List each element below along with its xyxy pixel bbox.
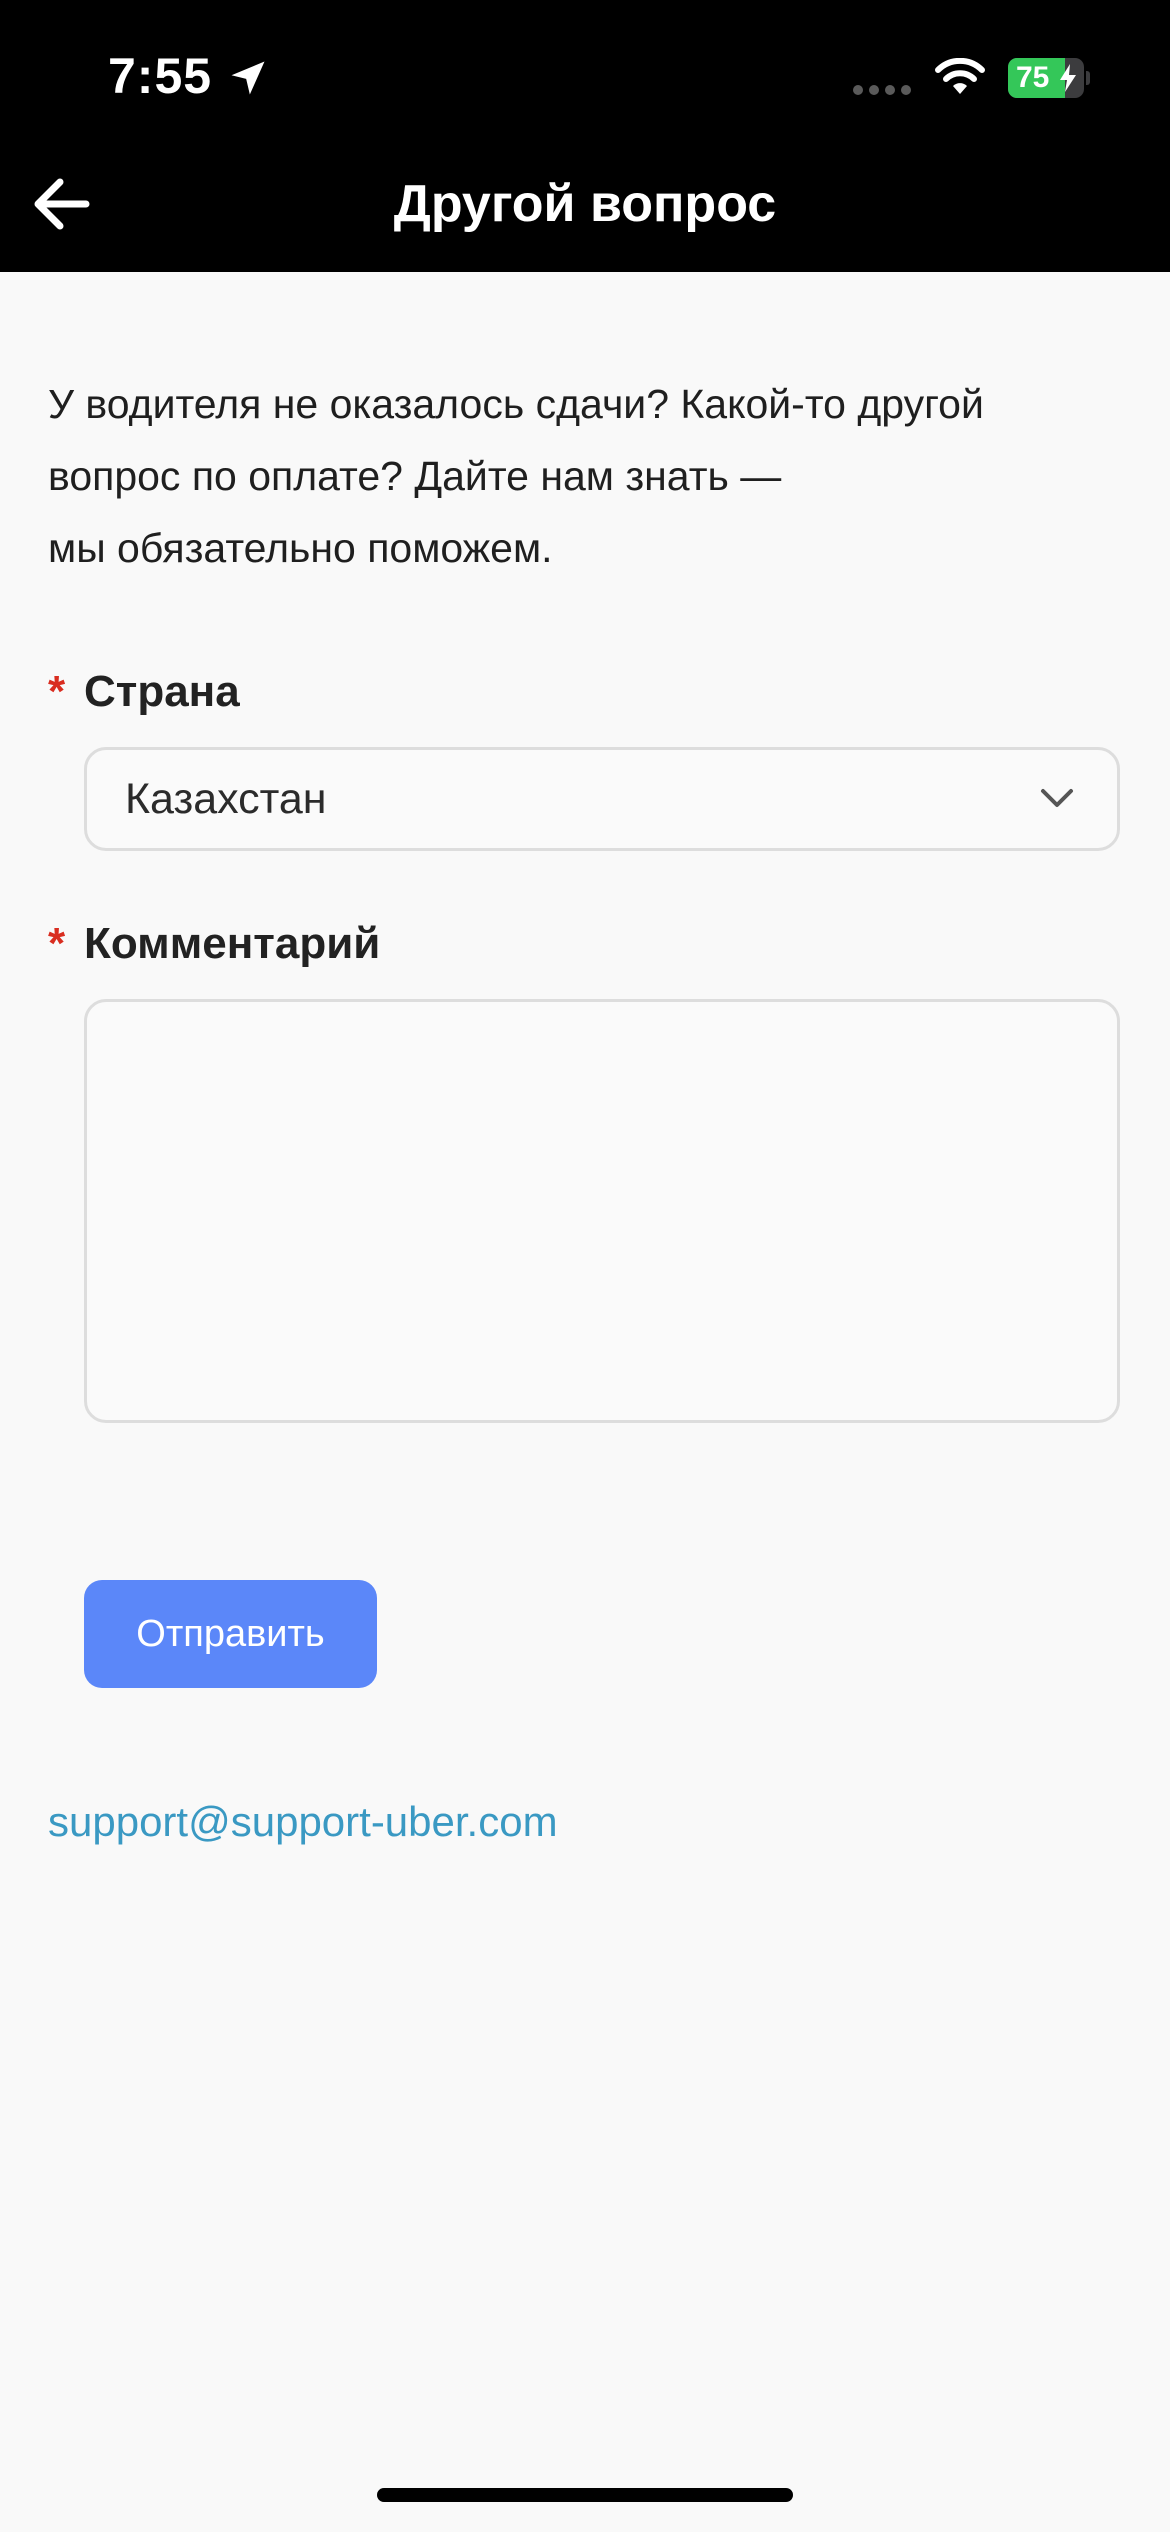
battery-level: 75: [1016, 61, 1050, 94]
required-mark: *: [48, 667, 66, 716]
page-title: Другой вопрос: [393, 175, 777, 233]
country-selected-value: Казахстан: [125, 775, 327, 823]
comment-textarea[interactable]: [84, 999, 1120, 1423]
top-bar: 7:55 75 Другой вопрос: [0, 0, 1170, 272]
country-select[interactable]: Казахстан: [84, 747, 1120, 851]
cellular-signal-icon: [853, 85, 911, 95]
intro-text: У водителя не оказалось сдачи? Какой-то …: [48, 368, 1128, 584]
status-time: 7:55: [108, 48, 213, 104]
charging-bolt-icon: [1060, 64, 1076, 92]
comment-label-text: Комментарий: [84, 919, 381, 968]
comment-label: * Комментарий: [48, 916, 380, 972]
home-indicator[interactable]: [377, 2488, 793, 2502]
wifi-icon: [935, 58, 985, 94]
submit-button[interactable]: Отправить: [84, 1580, 377, 1688]
intro-line-3: мы обязательно поможем.: [48, 525, 553, 571]
support-email-link[interactable]: support@support-uber.com: [48, 1794, 558, 1850]
intro-line-1: У водителя не оказалось сдачи? Какой-то …: [48, 381, 984, 427]
chevron-down-icon: [1041, 789, 1073, 807]
country-label-text: Страна: [84, 667, 240, 716]
location-arrow-icon: [231, 61, 265, 95]
required-mark: *: [48, 919, 66, 968]
country-label: * Страна: [48, 664, 240, 720]
intro-line-2: вопрос по оплате? Дайте нам знать —: [48, 453, 782, 499]
battery-icon: 75: [1008, 58, 1090, 98]
